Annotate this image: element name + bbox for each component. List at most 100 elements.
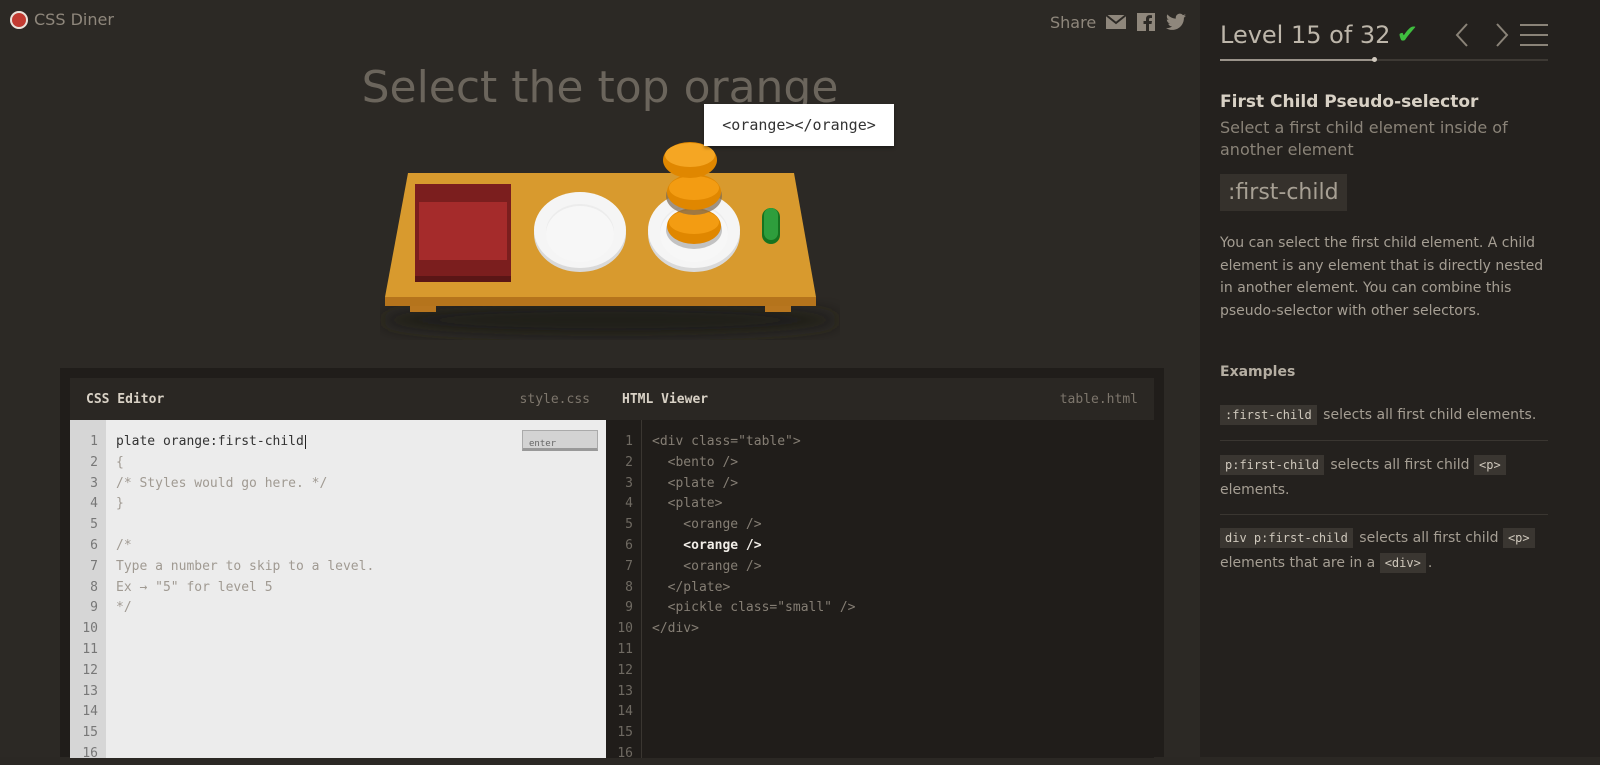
element-tooltip: <orange></orange>: [704, 104, 894, 146]
line-number: 7: [625, 558, 633, 574]
html-viewer: HTML Viewer table.html 1 2 3 4 5 6 7 8 9 10 11 12 13…: [606, 378, 1154, 761]
facebook-icon[interactable]: [1136, 12, 1156, 32]
example-text: elements.: [1220, 482, 1290, 498]
line-number: 7: [90, 558, 98, 574]
level-indicator[interactable]: Level 15 of 32 ✔: [1220, 20, 1418, 50]
level-progress-fill: [1220, 59, 1375, 61]
share-label: Share: [1050, 12, 1097, 32]
next-level-icon[interactable]: [1492, 20, 1512, 50]
line-number: 3: [625, 475, 633, 491]
line-number: 11: [617, 641, 633, 657]
css-code-line: {: [116, 454, 124, 470]
level-progress-knob: [1372, 57, 1378, 62]
line-number: 15: [617, 725, 633, 741]
line-number: 11: [82, 641, 98, 657]
logo[interactable]: CSS Diner: [10, 10, 114, 29]
css-line-numbers: 1 2 3 4 5 6 7 8 9 10 11 12 13 14 15 16: [70, 420, 106, 761]
examples-heading: Examples: [1220, 364, 1296, 380]
line-number: 16: [617, 745, 633, 761]
example-text: selects all first child: [1359, 530, 1499, 546]
html-line-numbers: 1 2 3 4 5 6 7 8 9 10 11 12 13 14 15 16: [606, 420, 642, 761]
sidebar: Level 15 of 32 ✔ First Child Pseudo-sele…: [1200, 0, 1600, 757]
twitter-icon[interactable]: [1166, 12, 1187, 32]
html-code-line[interactable]: <div class="table">: [652, 432, 1154, 453]
line-number: 3: [90, 475, 98, 491]
css-code-line: Type a number to skip to a level.: [116, 558, 375, 574]
example-code: :first-child: [1220, 405, 1317, 425]
text-cursor: [304, 434, 306, 449]
pickle[interactable]: [760, 206, 782, 246]
html-code-line[interactable]: <plate />: [652, 474, 1154, 495]
line-number: 4: [90, 496, 98, 512]
html-viewer-filename: table.html: [1059, 391, 1138, 407]
example-divider: [1220, 514, 1548, 515]
line-number: 15: [82, 725, 98, 741]
example-code: <p>: [1474, 455, 1506, 475]
example-code: div p:first-child: [1220, 528, 1353, 548]
lesson-title: First Child Pseudo-selector: [1220, 92, 1479, 112]
selector-syntax: :first-child: [1220, 174, 1347, 211]
editor-panel: CSS Editor style.css 1 2 3 4 5 6 7 8 9 10 11 12 13 14…: [60, 368, 1164, 761]
example-text: elements that are in a: [1220, 555, 1376, 571]
html-viewer-title: HTML Viewer: [622, 391, 709, 407]
checkmark-icon: ✔: [1396, 20, 1419, 50]
level-instruction: Select the top orange: [361, 62, 839, 113]
level-label: Level 15 of 32: [1220, 21, 1391, 49]
logo-icon: [10, 10, 28, 29]
line-number: 1: [625, 434, 633, 449]
line-number: 2: [625, 454, 633, 470]
css-editor: CSS Editor style.css 1 2 3 4 5 6 7 8 9 10 11 12 13 14…: [70, 378, 606, 761]
line-number: 10: [617, 621, 633, 637]
html-viewer-header: HTML Viewer table.html: [606, 378, 1154, 420]
example-text: selects all first child elements.: [1323, 407, 1537, 423]
lesson-subtitle: Select a first child element inside of a…: [1220, 118, 1508, 159]
example-code: p:first-child: [1220, 455, 1324, 475]
dinner-table: [380, 140, 840, 340]
line-number: 13: [617, 683, 633, 699]
css-code-line: }: [116, 496, 124, 512]
css-code-area[interactable]: plate orange:first-child {/* Styles woul…: [106, 420, 606, 758]
html-code-line[interactable]: <bento />: [652, 453, 1154, 474]
css-editor-title: CSS Editor: [86, 391, 165, 407]
line-number: 1: [90, 434, 98, 449]
line-number: 10: [82, 621, 98, 637]
css-editor-header: CSS Editor style.css: [70, 378, 606, 420]
line-number: 9: [90, 600, 98, 616]
html-code-line[interactable]: <orange />: [652, 515, 1154, 536]
line-number: 5: [90, 517, 98, 533]
email-icon[interactable]: [1106, 12, 1127, 32]
share-bar: Share: [1050, 12, 1187, 32]
example-code: <div>: [1379, 553, 1426, 573]
css-code-line: [116, 515, 606, 536]
line-number: 9: [625, 600, 633, 616]
css-editor-filename: style.css: [519, 391, 590, 407]
html-code-line[interactable]: <plate>: [652, 494, 1154, 515]
example-divider: [1220, 440, 1548, 441]
line-number: 2: [90, 454, 98, 470]
html-code-line[interactable]: <pickle class="small" />: [652, 598, 1154, 619]
line-number: 14: [82, 704, 98, 720]
line-number: 16: [82, 745, 98, 761]
line-number: 6: [90, 537, 98, 553]
line-number: 14: [617, 704, 633, 720]
html-code-line[interactable]: </div>: [652, 619, 1154, 640]
app-name: CSS Diner: [34, 10, 114, 29]
css-code-line: /* Styles would go here. */: [116, 475, 328, 491]
html-code-line[interactable]: <orange />: [652, 536, 1154, 557]
line-number: 4: [625, 496, 633, 512]
line-number: 6: [625, 537, 633, 553]
html-code-line[interactable]: <orange />: [652, 557, 1154, 578]
line-number: 8: [625, 579, 633, 595]
previous-level-icon[interactable]: [1452, 20, 1472, 50]
plate-empty[interactable]: [532, 184, 628, 274]
css-static-lines: {/* Styles would go here. */} /* Type a nu…: [116, 453, 606, 619]
enter-button[interactable]: enter: [522, 430, 598, 451]
example-code: <p>: [1502, 528, 1535, 548]
line-number: 12: [82, 662, 98, 678]
example-item: p:first-child selects all first child <p…: [1220, 453, 1548, 503]
game-area: CSS Diner Share Select the top orange <o…: [0, 0, 1200, 761]
bento-box[interactable]: [413, 184, 513, 282]
html-code-line[interactable]: </plate>: [652, 578, 1154, 599]
menu-icon[interactable]: [1520, 22, 1548, 48]
line-number: 5: [625, 517, 633, 533]
